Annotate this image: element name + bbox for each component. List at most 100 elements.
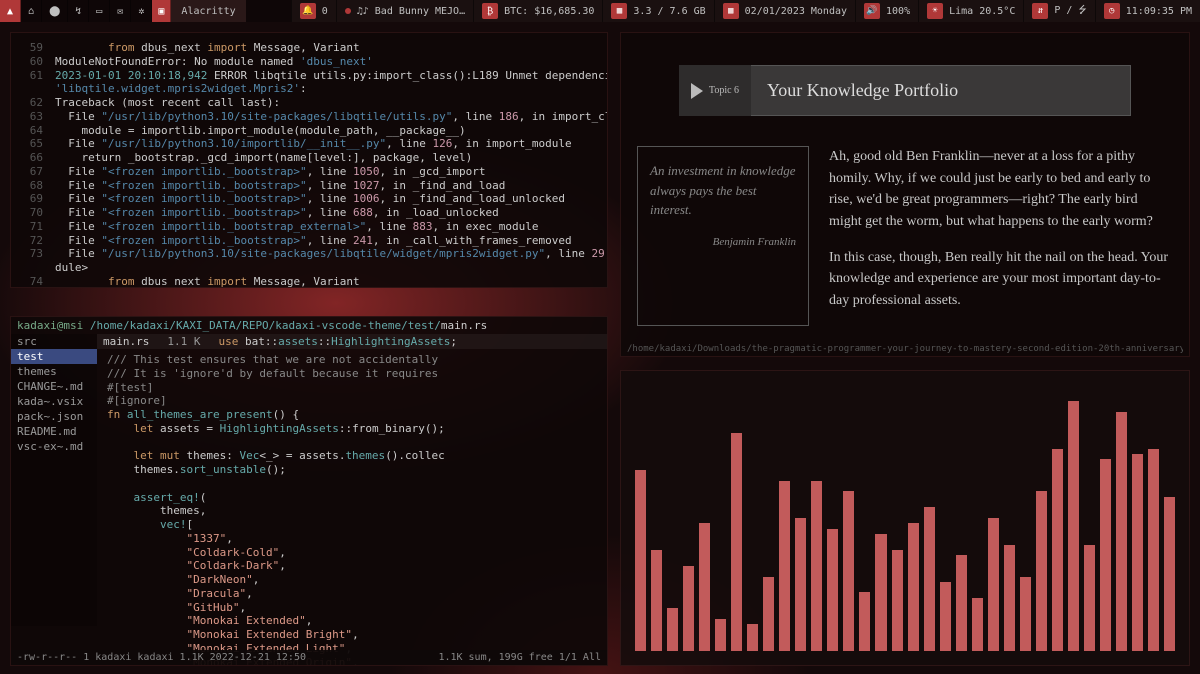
topic-banner: Topic 6 Your Knowledge Portfolio xyxy=(679,65,1131,116)
arrow-icon[interactable]: ↯ xyxy=(68,0,89,22)
sidebar-item[interactable]: src xyxy=(11,334,97,349)
visualizer-bar xyxy=(827,529,838,651)
code-line: assert_eq!( xyxy=(107,491,579,505)
topic-title: Your Knowledge Portfolio xyxy=(751,65,1131,116)
terminal-line: 612023-01-01 20:10:18,942 ERROR libqtile… xyxy=(17,69,601,83)
top-bar: ▲ ⌂ ⬤ ↯ ▭ ✉ ✲ ▣ Alacritty 🔔0 ♫♪ Bad Bunn… xyxy=(0,0,1200,22)
visualizer-bar xyxy=(875,534,886,651)
clock-icon: ◷ xyxy=(1104,3,1120,19)
visualizer-bar xyxy=(1116,412,1127,651)
code-line xyxy=(107,477,579,491)
launcher-icon[interactable]: ▲ xyxy=(0,0,21,22)
document-reader[interactable]: Topic 6 Your Knowledge Portfolio An inve… xyxy=(620,32,1190,357)
code-preview: /// This test ensures that we are not ac… xyxy=(97,349,607,666)
network-widget[interactable]: ⇵P / ⭍ xyxy=(1023,0,1094,22)
status-right: 1.1K sum, 199G free 1/1 All xyxy=(438,652,601,663)
code-line: "Monokai Extended Bright", xyxy=(107,628,579,642)
quote-text: An investment in knowledge always pays t… xyxy=(650,161,796,220)
terminal-line: 63 File "/usr/lib/python3.10/site-packag… xyxy=(17,110,601,124)
gear-icon[interactable]: ✲ xyxy=(131,0,152,22)
file-sidebar[interactable]: srctestthemesCHANGE~.mdkada~.vsixpack~.j… xyxy=(11,334,97,626)
visualizer-bar xyxy=(699,523,710,651)
terminal-line: 71 File "<frozen importlib._bootstrap_ex… xyxy=(17,220,601,234)
audio-visualizer xyxy=(620,370,1190,666)
home-icon[interactable]: ⌂ xyxy=(21,0,42,22)
mail-icon[interactable]: ✉ xyxy=(110,0,131,22)
clock-widget[interactable]: ◷11:09:35 PM xyxy=(1095,0,1200,22)
code-line: fn all_themes_are_present() { xyxy=(107,408,579,422)
visualizer-bar xyxy=(1084,545,1095,651)
terminal-line: 62Traceback (most recent call last): xyxy=(17,96,601,110)
code-line: /// This test ensures that we are not ac… xyxy=(107,353,579,367)
terminal-ranger[interactable]: kadaxi@msi /home/kadaxi/KAXI_DATA/REPO/k… xyxy=(10,316,608,666)
visualizer-bar xyxy=(731,433,742,651)
volume-widget[interactable]: 🔊100% xyxy=(855,0,918,22)
visualizer-bar xyxy=(763,577,774,651)
visualizer-bar xyxy=(1148,449,1159,651)
visualizer-bar xyxy=(1036,491,1047,651)
terminal-line: 65 File "/usr/lib/python3.10/importlib/_… xyxy=(17,137,601,151)
terminal-line: 70 File "<frozen importlib._bootstrap>",… xyxy=(17,206,601,220)
bitcoin-icon: ₿ xyxy=(482,3,498,19)
chip-icon: ▦ xyxy=(611,3,627,19)
visualizer-bar xyxy=(683,566,694,651)
terminal-line: 67 File "<frozen importlib._bootstrap>",… xyxy=(17,165,601,179)
visualizer-bar xyxy=(940,582,951,651)
sidebar-item[interactable]: README.md xyxy=(11,424,97,439)
speaker-icon: 🔊 xyxy=(864,3,880,19)
code-line: "Coldark-Dark", xyxy=(107,559,579,573)
terminal-line: 72 File "<frozen importlib._bootstrap>",… xyxy=(17,234,601,248)
calendar-icon: ▦ xyxy=(723,3,739,19)
visualizer-bar xyxy=(1100,459,1111,651)
code-line: "GitHub", xyxy=(107,601,579,615)
code-line: "DarkNeon", xyxy=(107,573,579,587)
sidebar-item[interactable]: CHANGE~.md xyxy=(11,379,97,394)
music-widget[interactable]: ♫♪ Bad Bunny MEJO… xyxy=(336,0,473,22)
code-line: "Coldark-Cold", xyxy=(107,546,579,560)
code-line: "Monokai Extended", xyxy=(107,614,579,628)
visualizer-bar xyxy=(779,481,790,651)
document-path: /home/kadaxi/Downloads/the-pragmatic-pro… xyxy=(627,344,1183,354)
code-line: themes.sort_unstable(); xyxy=(107,463,579,477)
visualizer-bar xyxy=(859,592,870,651)
visualizer-bar xyxy=(972,598,983,651)
play-icon xyxy=(691,83,703,99)
wifi-icon: ⇵ xyxy=(1032,3,1048,19)
terminal-traceback[interactable]: 59 from dbus_next import Message, Varian… xyxy=(10,32,608,288)
code-line: /// It is 'ignore'd by default because i… xyxy=(107,367,579,381)
sidebar-item[interactable]: themes xyxy=(11,364,97,379)
visualizer-bar xyxy=(747,624,758,651)
weather-widget[interactable]: ☀Lima 20.5°C xyxy=(918,0,1023,22)
globe-icon[interactable]: ⬤ xyxy=(42,0,68,22)
visualizer-bar xyxy=(795,518,806,651)
visualizer-bar xyxy=(651,550,662,651)
play-icon xyxy=(345,8,351,14)
visualizer-bar xyxy=(892,550,903,651)
terminal-line: 'libqtile.widget.mpris2widget.Mpris2': xyxy=(17,82,601,96)
app-icon[interactable]: ▣ xyxy=(152,0,171,22)
sidebar-item[interactable]: kada~.vsix xyxy=(11,394,97,409)
memory-widget[interactable]: ▦3.3 / 7.6 GB xyxy=(602,0,713,22)
terminal-line: 64 module = importlib.import_module(modu… xyxy=(17,124,601,138)
tab-filesize: 1.1 K xyxy=(167,335,200,348)
prompt-line: kadaxi@msi /home/kadaxi/KAXI_DATA/REPO/k… xyxy=(11,317,607,334)
visualizer-bar xyxy=(843,491,854,651)
visualizer-bar xyxy=(811,481,822,651)
date-widget[interactable]: ▦02/01/2023 Monday xyxy=(714,0,855,22)
code-line: let mut themes: Vec<_> = assets.themes()… xyxy=(107,449,579,463)
crypto-widget[interactable]: ₿BTC: $16,685.30 xyxy=(473,0,602,22)
sidebar-item[interactable]: test xyxy=(11,349,97,364)
file-tab-line: main.rs 1.1 K use bat::assets::Highlight… xyxy=(97,334,607,349)
sidebar-item[interactable]: vsc-ex~.md xyxy=(11,439,97,454)
visualizer-bar xyxy=(1132,454,1143,651)
sidebar-item[interactable]: pack~.json xyxy=(11,409,97,424)
notification-widget[interactable]: 🔔0 xyxy=(291,0,336,22)
window-icon[interactable]: ▭ xyxy=(89,0,110,22)
visualizer-bar xyxy=(1164,497,1175,651)
visualizer-bar xyxy=(1020,577,1031,651)
status-bar: -rw-r--r-- 1 kadaxi kadaxi 1.1K 2022-12-… xyxy=(11,650,607,665)
visualizer-bar xyxy=(1052,449,1063,651)
code-line: "Dracula", xyxy=(107,587,579,601)
bell-icon: 🔔 xyxy=(300,3,316,19)
terminal-line: 66 return _bootstrap._gcd_import(name[le… xyxy=(17,151,601,165)
